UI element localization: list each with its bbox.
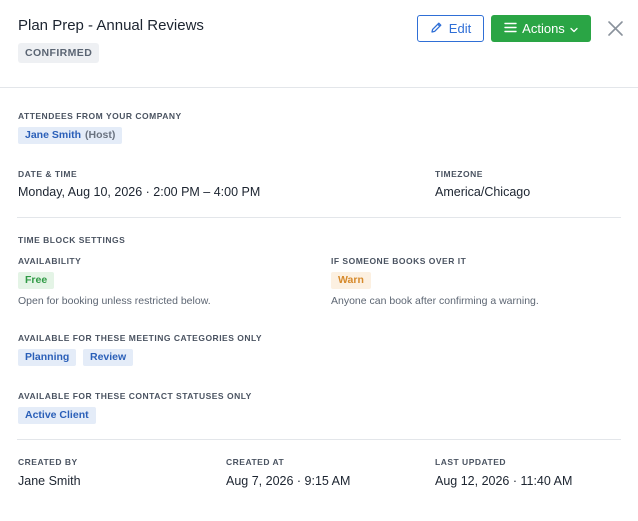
availability-badge: Free (18, 272, 55, 289)
category-chip: Planning (18, 349, 77, 366)
actions-button[interactable]: Actions (491, 15, 591, 42)
chevron-down-icon (570, 21, 578, 36)
modal-header: Plan Prep - Annual Reviews CONFIRMED Edi… (0, 0, 638, 88)
category-chip: Review (83, 349, 134, 366)
attendees-label: ATTENDEES FROM YOUR COMPANY (18, 111, 182, 121)
actions-button-label: Actions (522, 21, 565, 36)
availability-help: Open for booking unless restricted below… (18, 295, 211, 307)
availability-label: AVAILABILITY (18, 256, 82, 266)
created-at-value: Aug 7, 2026 · 9:15 AM (226, 474, 351, 488)
attendee-role: (Host) (85, 129, 116, 141)
timezone-label: TIMEZONE (435, 169, 483, 179)
timezone-value: America/Chicago (435, 185, 531, 199)
overbook-badge: Warn (331, 272, 371, 289)
attendee-chip: Jane Smith (Host) (18, 127, 123, 144)
datetime-label: DATE & TIME (18, 169, 78, 179)
time-block-label: TIME BLOCK SETTINGS (18, 235, 126, 245)
statuses-label: AVAILABLE FOR THESE CONTACT STATUSES ONL… (18, 391, 252, 401)
created-by-value: Jane Smith (18, 474, 81, 488)
edit-button-label: Edit (448, 21, 472, 36)
close-icon[interactable] (606, 19, 625, 38)
page-title: Plan Prep - Annual Reviews (18, 17, 204, 34)
created-by-label: CREATED BY (18, 457, 78, 467)
menu-icon (504, 21, 517, 36)
overbook-help: Anyone can book after confirming a warni… (331, 295, 539, 307)
created-at-label: CREATED AT (226, 457, 285, 467)
last-updated-value: Aug 12, 2026 · 11:40 AM (435, 474, 573, 488)
pencil-icon (430, 21, 443, 37)
categories-label: AVAILABLE FOR THESE MEETING CATEGORIES O… (18, 333, 263, 343)
datetime-value: Monday, Aug 10, 2026 · 2:00 PM – 4:00 PM (18, 185, 261, 199)
last-updated-label: LAST UPDATED (435, 457, 507, 467)
section-divider (17, 439, 621, 440)
status-chip: Active Client (18, 407, 96, 424)
section-divider (17, 217, 621, 218)
attendee-name: Jane Smith (25, 129, 82, 141)
status-badge: CONFIRMED (18, 43, 100, 63)
edit-button[interactable]: Edit (417, 15, 484, 42)
overbook-label: IF SOMEONE BOOKS OVER IT (331, 256, 467, 266)
